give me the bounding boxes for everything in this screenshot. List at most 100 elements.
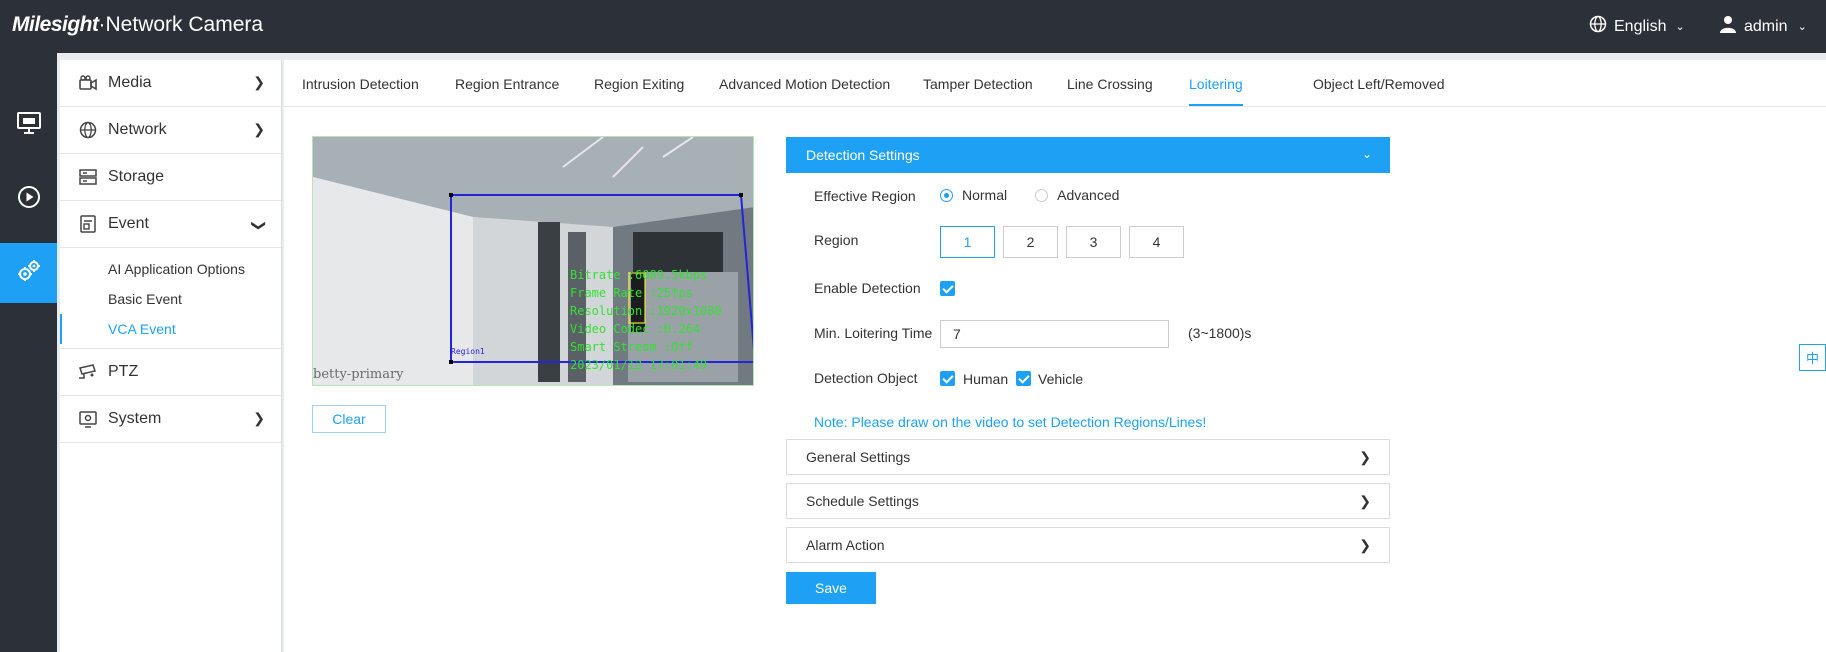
schedule-settings-section[interactable]: Schedule Settings ❯ bbox=[786, 483, 1390, 519]
tab-object-left-removed[interactable]: Object Left/Removed bbox=[1313, 76, 1445, 92]
rail-live-view-button[interactable] bbox=[0, 95, 57, 155]
osd-line: Smart Stream :Off bbox=[570, 340, 693, 354]
product-name: ·Network Camera bbox=[98, 13, 264, 36]
min-loitering-time-input[interactable]: 7 bbox=[940, 320, 1169, 348]
top-bar: Milesight·Network Camera English ⌄ admin… bbox=[0, 0, 1826, 53]
radio-advanced-label: Advanced bbox=[1057, 187, 1120, 203]
globe-icon bbox=[1589, 15, 1607, 38]
menu-item-ptz[interactable]: PTZ bbox=[60, 349, 281, 396]
chinese-language-toggle[interactable]: 中 bbox=[1799, 344, 1826, 371]
chevron-down-icon: ⌄ bbox=[1797, 21, 1807, 33]
osd-line: 2023/01/12 17:01:49 bbox=[570, 358, 708, 372]
settings-gears-icon bbox=[16, 258, 42, 289]
radio-normal[interactable] bbox=[940, 188, 953, 202]
detection-settings-header[interactable]: Detection Settings ⌄ bbox=[786, 137, 1390, 173]
region-button-4[interactable]: 4 bbox=[1129, 226, 1184, 258]
username: admin bbox=[1744, 17, 1788, 35]
general-settings-section[interactable]: General Settings ❯ bbox=[786, 439, 1390, 475]
menu-label-ptz: PTZ bbox=[108, 363, 139, 380]
tab-advanced-motion-detection[interactable]: Advanced Motion Detection bbox=[719, 76, 890, 92]
radio-normal-label: Normal bbox=[962, 187, 1008, 203]
brand-logo-text: Milesight bbox=[12, 13, 99, 36]
osd-overlay: Bitrate :6089.5kbps Frame Rate :25fps Re… bbox=[570, 266, 722, 374]
clear-button[interactable]: Clear bbox=[312, 405, 386, 433]
save-button[interactable]: Save bbox=[786, 572, 876, 604]
menu-label-media: Media bbox=[108, 74, 152, 91]
detection-object-label: Detection Object bbox=[814, 370, 918, 386]
left-rail bbox=[0, 53, 57, 652]
event-submenu: AI Application Options Basic Event VCA E… bbox=[60, 248, 281, 349]
tab-region-entrance[interactable]: Region Entrance bbox=[455, 76, 559, 92]
user-menu[interactable]: admin ⌄ bbox=[1720, 15, 1807, 38]
menu-label-storage: Storage bbox=[108, 168, 165, 185]
schedule-settings-label: Schedule Settings bbox=[806, 493, 919, 509]
submenu-basic-event[interactable]: Basic Event bbox=[60, 284, 281, 314]
live-view-monitor-icon bbox=[16, 111, 41, 139]
camera-icon bbox=[78, 73, 98, 93]
vca-tabs: Intrusion Detection Region Entrance Regi… bbox=[284, 60, 1826, 107]
chevron-right-icon: ❯ bbox=[1359, 449, 1371, 465]
system-gear-icon bbox=[78, 409, 98, 429]
globe-icon bbox=[78, 120, 98, 140]
chevron-right-icon: ❯ bbox=[253, 121, 265, 137]
settings-side-menu: Media ❯ Network ❯ Storage Event ❯ AI App… bbox=[60, 60, 282, 652]
vehicle-checkbox[interactable] bbox=[1016, 371, 1031, 386]
menu-label-event: Event bbox=[108, 215, 149, 232]
region-tag: Region1 bbox=[451, 347, 485, 356]
rail-settings-button[interactable] bbox=[0, 243, 57, 303]
tab-intrusion-detection[interactable]: Intrusion Detection bbox=[302, 76, 419, 92]
osd-line: Bitrate :6089.5kbps bbox=[570, 268, 708, 282]
chevron-right-icon: ❯ bbox=[1359, 537, 1371, 553]
chevron-right-icon: ❯ bbox=[1359, 493, 1371, 509]
menu-item-system[interactable]: System ❯ bbox=[60, 396, 281, 443]
submenu-vca-event[interactable]: VCA Event bbox=[60, 314, 281, 344]
tab-loitering[interactable]: Loitering bbox=[1189, 76, 1243, 106]
chevron-down-icon: ❯ bbox=[251, 219, 268, 232]
chevron-down-icon: ⌄ bbox=[1675, 21, 1685, 33]
tab-region-exiting[interactable]: Region Exiting bbox=[594, 76, 684, 92]
min-loitering-time-range: (3~1800)s bbox=[1188, 325, 1252, 341]
storage-icon bbox=[78, 167, 98, 187]
tab-line-crossing[interactable]: Line Crossing bbox=[1067, 76, 1153, 92]
enable-detection-checkbox[interactable] bbox=[940, 281, 955, 296]
radio-advanced[interactable] bbox=[1035, 188, 1049, 202]
main-content: Intrusion Detection Region Entrance Regi… bbox=[284, 60, 1826, 652]
video-preview[interactable]: Bitrate :6089.5kbps Frame Rate :25fps Re… bbox=[312, 136, 754, 386]
language-selector[interactable]: English ⌄ bbox=[1589, 15, 1685, 38]
menu-item-network[interactable]: Network ❯ bbox=[60, 107, 281, 154]
rail-playback-button[interactable] bbox=[0, 169, 57, 229]
draw-note: Note: Please draw on the video to set De… bbox=[814, 414, 1207, 430]
tab-tamper-detection[interactable]: Tamper Detection bbox=[923, 76, 1033, 92]
chevron-down-icon: ⌄ bbox=[1361, 147, 1372, 161]
detection-settings-title: Detection Settings bbox=[806, 147, 920, 163]
menu-item-storage[interactable]: Storage bbox=[60, 154, 281, 201]
menu-item-event[interactable]: Event ❯ bbox=[60, 201, 281, 248]
osd-line: Video Codec :H.264 bbox=[570, 322, 701, 336]
general-settings-label: General Settings bbox=[806, 449, 911, 465]
human-checkbox[interactable] bbox=[940, 371, 955, 386]
alarm-action-section[interactable]: Alarm Action ❯ bbox=[786, 527, 1390, 563]
submenu-ai-application-options[interactable]: AI Application Options bbox=[60, 254, 281, 284]
enable-detection-label: Enable Detection bbox=[814, 280, 921, 296]
osd-line: Frame Rate :25fps bbox=[570, 286, 693, 300]
event-icon bbox=[78, 214, 98, 234]
camera-name-osd: betty-primary bbox=[313, 367, 404, 382]
brand-logo: Milesight·Network Camera bbox=[12, 13, 263, 37]
region-button-2[interactable]: 2 bbox=[1003, 226, 1058, 258]
effective-region-label: Effective Region bbox=[814, 188, 916, 204]
region-button-1[interactable]: 1 bbox=[940, 226, 995, 258]
effective-region-radio-group: Normal Advanced bbox=[940, 187, 1147, 203]
min-loitering-time-label: Min. Loitering Time bbox=[814, 325, 933, 341]
region-label: Region bbox=[814, 232, 859, 248]
osd-line: Resolution :1920x1080 bbox=[570, 304, 722, 318]
menu-label-network: Network bbox=[108, 121, 167, 138]
chevron-right-icon: ❯ bbox=[253, 74, 265, 90]
alarm-action-label: Alarm Action bbox=[806, 537, 885, 553]
menu-label-system: System bbox=[108, 410, 162, 427]
menu-item-media[interactable]: Media ❯ bbox=[60, 60, 281, 107]
playback-icon bbox=[17, 185, 41, 214]
human-label: Human bbox=[963, 371, 1009, 387]
region-button-3[interactable]: 3 bbox=[1066, 226, 1121, 258]
user-icon bbox=[1720, 15, 1736, 38]
language-label: English bbox=[1614, 17, 1667, 35]
